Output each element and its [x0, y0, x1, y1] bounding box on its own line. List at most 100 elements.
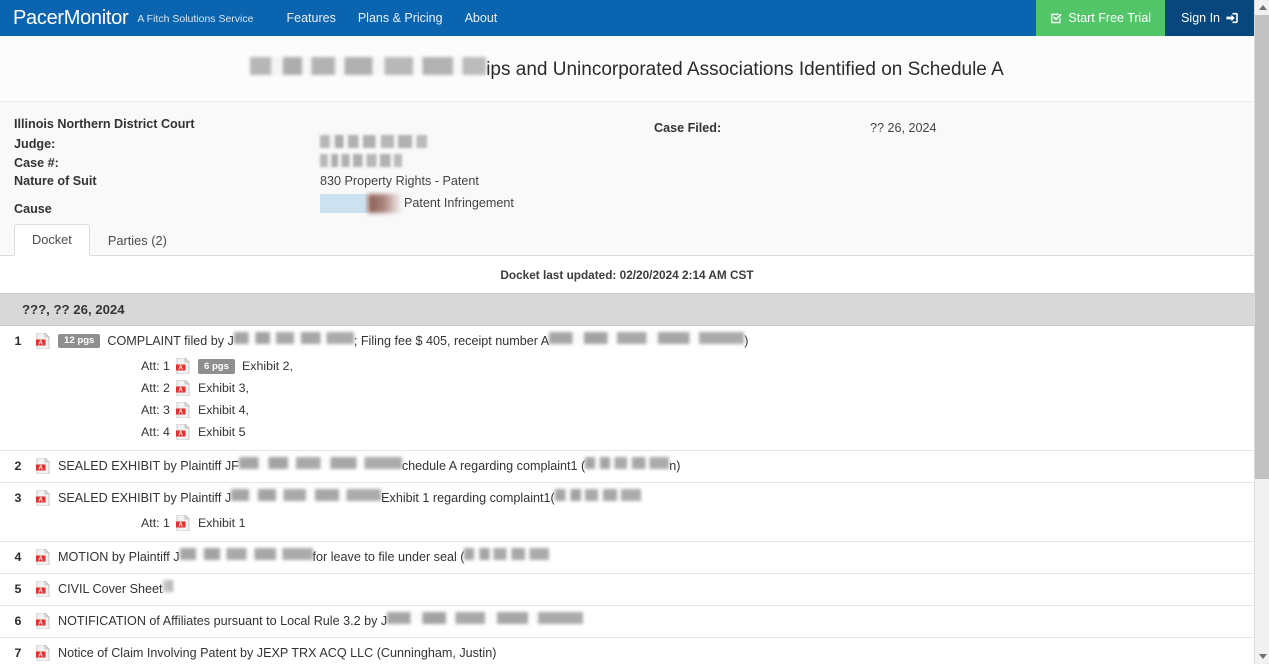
cause-label: Cause	[14, 201, 52, 216]
svg-text:A: A	[38, 496, 43, 503]
top-navbar: PacerMonitor A Fitch Solutions Service F…	[0, 0, 1254, 36]
tab-parties[interactable]: Parties (2)	[90, 225, 185, 255]
entry-text-before: MOTION by Plaintiff J	[58, 549, 180, 564]
pdf-icon[interactable]: A	[36, 611, 50, 629]
svg-text:A: A	[178, 430, 183, 437]
cause-value: Patent Infringement	[320, 193, 514, 213]
entry-text-before: SEALED EXHIBIT by Plaintiff J	[58, 490, 232, 505]
pages-badge: 12 pgs	[58, 333, 101, 349]
scrollbar-thumb[interactable]	[1255, 15, 1269, 479]
table-row[interactable]: 2 A SEALED EXHIBIT by Plaintiff JF chedu…	[0, 451, 1254, 483]
case-meta-section: Illinois Northern District Court Judge: …	[0, 100, 1254, 225]
start-free-trial-label: Start Free Trial	[1068, 11, 1152, 25]
table-row[interactable]: 7 A Notice of Claim Involving Patent by …	[0, 638, 1254, 664]
attachment-label: Att: 1	[141, 358, 170, 373]
meta-row-cause: Cause Patent Infringement	[14, 193, 654, 216]
pdf-icon[interactable]: A	[36, 547, 50, 565]
entry-number: 1	[14, 333, 22, 348]
case-meta-right: Case Filed: ?? 26, 2024	[654, 117, 1240, 216]
redacted-party-name	[387, 611, 584, 624]
brand-area[interactable]: PacerMonitor A Fitch Solutions Service	[0, 0, 253, 36]
entry-number: 6	[14, 613, 22, 628]
docket-entry-list: 1 A 12 pgs COMPLAINT filed by J ; Filing…	[0, 326, 1254, 664]
tab-docket[interactable]: Docket	[14, 224, 90, 256]
attachment-text: Exhibit 3,	[197, 380, 249, 395]
list-item[interactable]: Att: 4 A Exhibit 5	[36, 421, 1240, 443]
entry-body: A Notice of Claim Involving Patent by JE…	[36, 643, 1254, 662]
svg-text:A: A	[178, 386, 183, 393]
case-number-label: Case #:	[14, 156, 59, 171]
vertical-scrollbar[interactable]	[1254, 0, 1269, 664]
judge-label: Judge:	[14, 136, 56, 151]
meta-row-nature-of-suit: Nature of Suit 830 Property Rights - Pat…	[14, 174, 654, 194]
pdf-icon[interactable]: A	[175, 513, 190, 531]
redacted-party-name	[233, 331, 354, 344]
table-row[interactable]: 6 A NOTIFICATION of Affiliates pursuant …	[0, 606, 1254, 638]
entry-text-middle: chedule A regarding complaint1 (	[401, 458, 586, 473]
table-row[interactable]: 1 A 12 pgs COMPLAINT filed by J ; Filing…	[0, 326, 1254, 451]
svg-text:A: A	[178, 364, 183, 371]
sign-in-label: Sign In	[1181, 11, 1220, 25]
pdf-icon[interactable]: A	[36, 643, 50, 661]
svg-text:A: A	[38, 651, 43, 658]
case-filed-label: Case Filed:	[654, 120, 722, 135]
pdf-icon[interactable]: A	[175, 356, 190, 374]
pdf-icon[interactable]: A	[36, 456, 50, 474]
case-meta-left: Illinois Northern District Court Judge: …	[14, 117, 654, 216]
meta-row-case-number: Case #:	[14, 154, 654, 174]
start-free-trial-button[interactable]: Start Free Trial	[1036, 0, 1166, 36]
entry-number: 5	[14, 581, 22, 596]
redacted-attorney-name	[585, 456, 670, 469]
redacted-receipt-number	[549, 331, 745, 344]
judge-value	[320, 134, 427, 148]
redacted-party-name	[231, 488, 382, 501]
list-item[interactable]: Att: 2 A Exhibit 3,	[36, 377, 1240, 399]
list-item[interactable]: Att: 1 A Exhibit 1	[36, 512, 1240, 534]
entry-text-after: n)	[669, 458, 681, 473]
entry-line: A 12 pgs COMPLAINT filed by J ; Filing f…	[36, 331, 1240, 350]
pdf-icon[interactable]: A	[175, 422, 190, 440]
pdf-icon[interactable]: A	[36, 488, 50, 506]
court-name: Illinois Northern District Court	[14, 116, 195, 131]
nav-link-plans-pricing[interactable]: Plans & Pricing	[358, 11, 443, 25]
redacted-party-name	[238, 456, 402, 469]
pdf-icon[interactable]: A	[175, 378, 190, 396]
attachment-label: Att: 1	[141, 515, 170, 530]
entry-body: A MOTION by Plaintiff J for leave to fil…	[36, 547, 1254, 566]
nav-link-features[interactable]: Features	[286, 11, 335, 25]
entry-number: 3	[14, 490, 22, 505]
docket-last-updated: Docket last updated: 02/20/2024 2:14 AM …	[0, 255, 1254, 293]
entry-line: A MOTION by Plaintiff J for leave to fil…	[36, 547, 1240, 566]
case-meta-grid: Illinois Northern District Court Judge: …	[0, 117, 1254, 216]
scroll-down-arrow-icon[interactable]	[1255, 649, 1269, 664]
entry-line: A CIVIL Cover Sheet	[36, 579, 1240, 598]
nav-link-about[interactable]: About	[465, 11, 498, 25]
attachment-list: Att: 1 A Exhibit 1	[36, 512, 1240, 534]
svg-text:A: A	[38, 555, 43, 562]
tab-docket-label: Docket	[32, 232, 72, 248]
table-row[interactable]: 4 A MOTION by Plaintiff J for leave to f…	[0, 542, 1254, 574]
entry-text-before: CIVIL Cover Sheet	[58, 581, 163, 596]
attachment-list: Att: 1 A 6 pgs Exhibit 2, Att: 2 A Exhib…	[36, 355, 1240, 443]
meta-row-judge: Judge:	[14, 134, 654, 155]
brand-logo[interactable]: PacerMonitor	[13, 8, 129, 28]
brand-subtitle: A Fitch Solutions Service	[137, 13, 254, 25]
pdf-icon[interactable]: A	[36, 331, 50, 349]
list-item[interactable]: Att: 3 A Exhibit 4,	[36, 399, 1240, 421]
pdf-icon[interactable]: A	[175, 400, 190, 418]
pdf-icon[interactable]: A	[36, 579, 50, 597]
entry-text-middle: ; Filing fee $ 405, receipt number A	[353, 333, 550, 348]
entry-body: A CIVIL Cover Sheet	[36, 579, 1254, 598]
list-item[interactable]: Att: 1 A 6 pgs Exhibit 2,	[36, 355, 1240, 377]
table-row[interactable]: 5 A CIVIL Cover Sheet	[0, 574, 1254, 606]
svg-text:A: A	[38, 464, 43, 471]
attachment-text: Exhibit 4,	[197, 402, 249, 417]
scroll-up-arrow-icon[interactable]	[1255, 0, 1269, 15]
svg-text:A: A	[178, 408, 183, 415]
entry-number: 2	[14, 458, 22, 473]
sign-in-button[interactable]: Sign In	[1165, 0, 1254, 36]
meta-row-case-filed: Case Filed: ?? 26, 2024	[654, 121, 1240, 141]
attachment-label: Att: 4	[141, 424, 170, 439]
table-row[interactable]: 3 A SEALED EXHIBIT by Plaintiff J Exhibi…	[0, 483, 1254, 542]
browser-viewport: PacerMonitor A Fitch Solutions Service F…	[0, 0, 1269, 664]
